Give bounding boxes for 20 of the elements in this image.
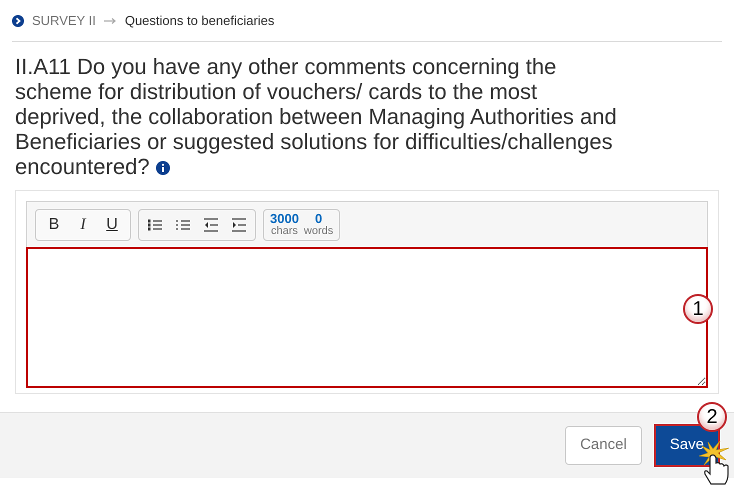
comment-textarea[interactable] [26,247,708,388]
question-text: II.A11 Do you have any other comments concerning the scheme for distribution of vouchers/ cards to the most deprived, the collaboration between Managing Authorities and Beneficiaries or suggested solutions for difficulties/challenges encountered? [15,54,618,179]
chars-count: 3000 [270,212,299,224]
indent-icon [231,216,247,232]
callout-badge: 1 [683,294,713,324]
arrow-icon [104,18,117,24]
breadcrumb-item[interactable]: SURVEY II [32,10,96,30]
outdent-icon [203,216,219,232]
bold-button[interactable]: B [40,212,68,236]
breadcrumb-item: Questions to beneficiaries [124,12,274,30]
words-label: words [304,224,334,238]
chevron-circle-icon [12,14,24,26]
italic-button[interactable]: I [69,212,97,236]
cancel-button[interactable]: Cancel [565,426,642,465]
words-count: 0 [314,212,322,224]
underline-button[interactable]: U [98,212,126,236]
numbered-list-icon [147,216,163,232]
callout-badge: 2 [697,402,727,432]
info-icon [156,161,170,175]
chars-label: chars [271,224,298,238]
